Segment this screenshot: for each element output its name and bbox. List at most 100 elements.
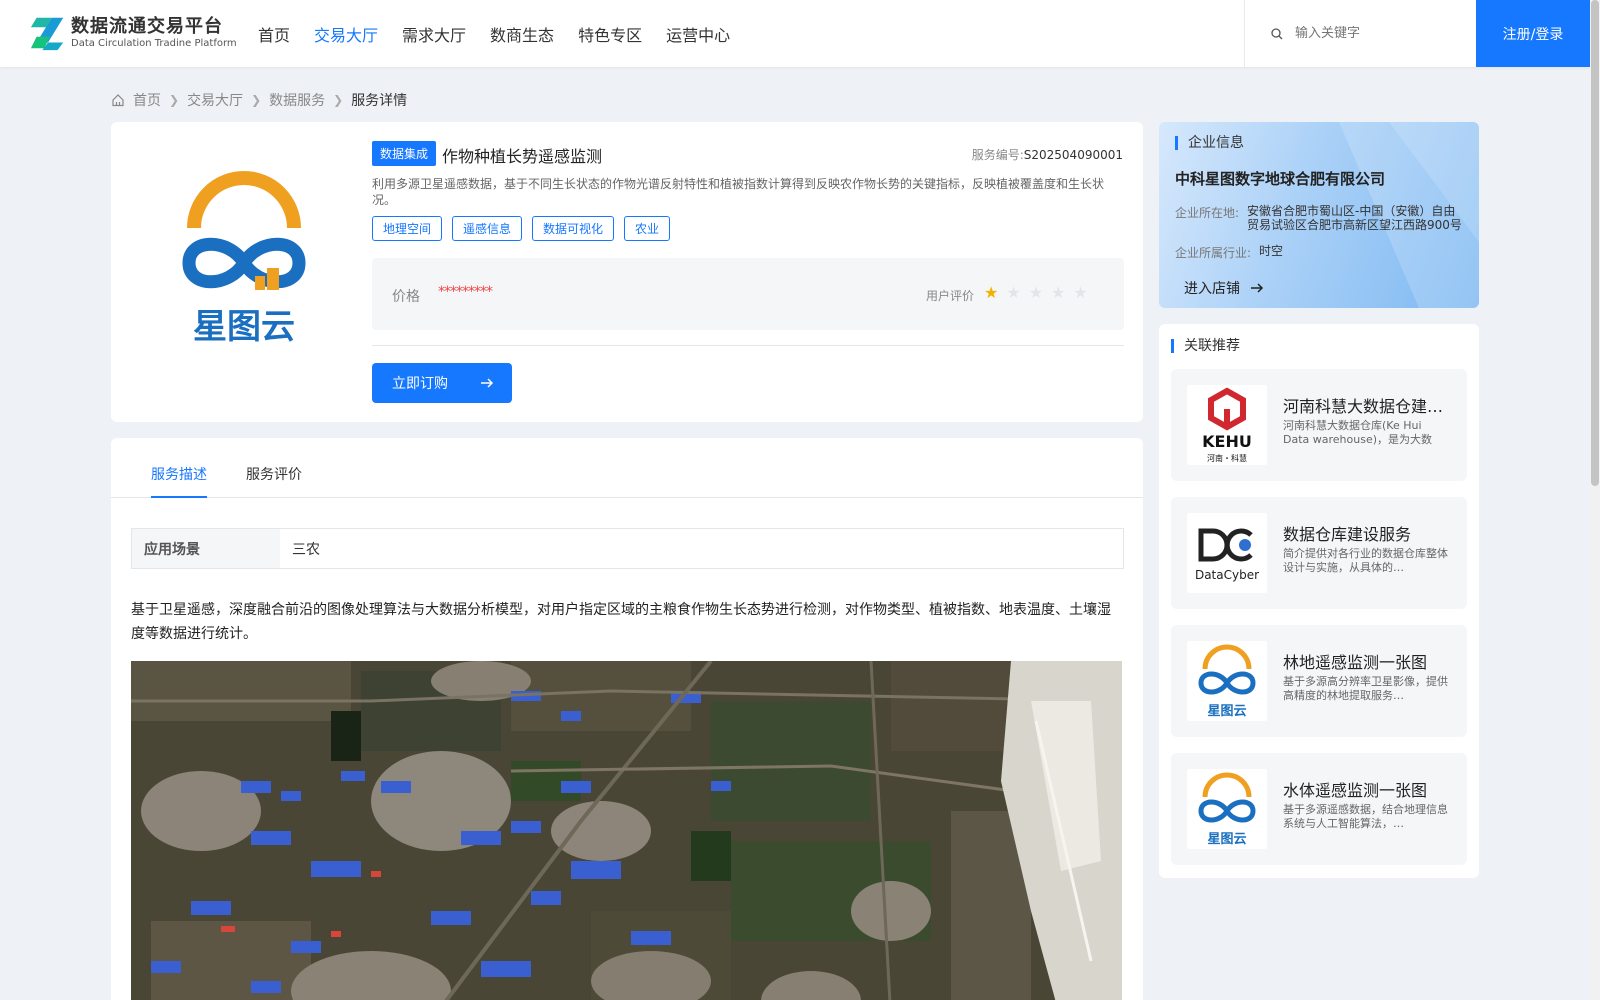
scene-label: 应用场景 bbox=[132, 529, 280, 568]
tab-service-reviews[interactable]: 服务评价 bbox=[246, 464, 302, 496]
enter-store-label: 进入店铺 bbox=[1184, 281, 1240, 297]
chevron-right-icon: ❯ bbox=[333, 93, 344, 107]
rating-label: 用户评价 bbox=[926, 289, 975, 303]
related-item[interactable]: KEHU 河南・科慧 河南科慧大数据仓建设服务 河南科慧大数据仓库(Ke Hui… bbox=[1171, 369, 1467, 481]
search-input[interactable] bbox=[1295, 26, 1465, 41]
star-icon[interactable]: ★ bbox=[1029, 283, 1043, 302]
company-industry-row: 企业所属行业: 时空 bbox=[1175, 244, 1474, 261]
product-logo-text: 星图云 bbox=[193, 307, 295, 347]
nav-ecosystem[interactable]: 数商生态 bbox=[490, 22, 554, 46]
company-info-card: 企业信息 中科星图数字地球合肥有限公司 企业所在地: 安徽省合肥市蜀山区-中国（… bbox=[1159, 122, 1479, 308]
related-item-title: 水体遥感监测一张图 bbox=[1283, 781, 1428, 800]
price-label: 价格 bbox=[392, 289, 420, 305]
related-item-desc: 简介提供对各行业的数据仓库整体设计与实施，从具体的… bbox=[1283, 547, 1448, 574]
breadcrumb-current: 服务详情 bbox=[351, 93, 408, 109]
xingtuyun-logo: 星图云 bbox=[182, 171, 306, 347]
divider bbox=[372, 345, 1124, 346]
home-icon[interactable] bbox=[111, 93, 125, 107]
breadcrumb: 首页 ❯ 交易大厅 ❯ 数据服务 ❯ 服务详情 bbox=[111, 90, 407, 110]
xingtuyun-logo: 星图云 bbox=[1187, 769, 1267, 849]
buy-now-button[interactable]: 立即订购 bbox=[372, 363, 512, 403]
logo-mark-icon bbox=[30, 17, 64, 51]
price-box: 价格 ********* 用户评价 ★ ★ ★ ★ ★ bbox=[372, 258, 1124, 330]
related-item[interactable]: DataCyber 数据仓库建设服务 简介提供对各行业的数据仓库整体设计与实施，… bbox=[1171, 497, 1467, 609]
rating-stars[interactable]: ★ ★ ★ ★ ★ bbox=[984, 283, 1088, 302]
service-detail-card: 服务描述 服务评价 应用场景 三农 基于卫星遥感，深度融合前沿的图像处理算法与大… bbox=[111, 438, 1143, 1000]
service-number-value: S202504090001 bbox=[1023, 148, 1123, 162]
main-nav: 首页 交易大厅 需求大厅 数商生态 特色专区 运营中心 bbox=[258, 22, 754, 46]
company-section-title: 企业信息 bbox=[1175, 136, 1244, 150]
kehui-logo: KEHU 河南・科慧 bbox=[1187, 385, 1267, 465]
datacyber-logo-graphic: DataCyber bbox=[1195, 528, 1259, 582]
related-item[interactable]: 星图云 林地遥感监测一张图 基于多源高分辨率卫星影像，提供高精度的林地提取服务… bbox=[1171, 625, 1467, 737]
application-scene-table: 应用场景 三农 bbox=[131, 528, 1124, 569]
logo-subtitle: Data Circulation Tradine Platform bbox=[71, 38, 237, 49]
nav-demand-hall[interactable]: 需求大厅 bbox=[402, 22, 466, 46]
product-summary-card: 星图云 数据集成 作物种植长势遥感监测 服务编号:S202504090001 利… bbox=[111, 122, 1143, 422]
product-title: 作物种植长势遥感监测 bbox=[442, 147, 603, 166]
detail-tabs: 服务描述 服务评价 bbox=[111, 438, 1143, 498]
company-location: 安徽省合肥市蜀山区-中国（安徽）自由贸易试验区合肥市高新区望江西路900号 bbox=[1247, 204, 1462, 232]
tag-item[interactable]: 地理空间 bbox=[372, 216, 443, 241]
related-section-title: 关联推荐 bbox=[1171, 339, 1240, 353]
xingtuyun-logo-text: 星图云 bbox=[1207, 832, 1246, 847]
tag-item[interactable]: 遥感信息 bbox=[452, 216, 523, 241]
breadcrumb-home[interactable]: 首页 bbox=[133, 90, 161, 110]
enter-store-link[interactable]: 进入店铺 bbox=[1184, 278, 1264, 298]
related-item-title: 河南科慧大数据仓建设服务 bbox=[1283, 397, 1453, 416]
related-item-desc: 基于多源高分辨率卫星影像，提供高精度的林地提取服务… bbox=[1283, 675, 1448, 702]
company-name[interactable]: 中科星图数字地球合肥有限公司 bbox=[1175, 168, 1385, 189]
star-icon[interactable]: ★ bbox=[1006, 283, 1020, 302]
xingtuyun-logo-graphic: 星图云 bbox=[1198, 644, 1256, 719]
related-item-title: 数据仓库建设服务 bbox=[1283, 525, 1412, 544]
nav-trading-hall[interactable]: 交易大厅 bbox=[314, 22, 378, 46]
company-industry: 时空 bbox=[1259, 244, 1284, 258]
star-icon[interactable]: ★ bbox=[984, 283, 998, 302]
star-icon[interactable]: ★ bbox=[1073, 283, 1087, 302]
arrow-right-icon bbox=[1251, 283, 1264, 293]
xingtuyun-logo: 星图云 bbox=[1187, 641, 1267, 721]
search-box bbox=[1244, 0, 1476, 67]
tag-item[interactable]: 数据可视化 bbox=[532, 216, 615, 241]
xingtuyun-logo-graphic: 星图云 bbox=[1198, 772, 1256, 847]
company-industry-label: 企业所属行业: bbox=[1175, 246, 1252, 260]
datacyber-logo: DataCyber bbox=[1187, 513, 1267, 593]
tab-service-description[interactable]: 服务描述 bbox=[151, 464, 207, 498]
nav-special-zone[interactable]: 特色专区 bbox=[578, 22, 642, 46]
related-item-title: 林地遥感监测一张图 bbox=[1283, 653, 1428, 672]
related-item-desc: 河南科慧大数据仓库(Ke Hui Data warehouse)，是为大数据… bbox=[1283, 419, 1433, 446]
nav-operations[interactable]: 运营中心 bbox=[666, 22, 730, 46]
company-location-row: 企业所在地: 安徽省合肥市蜀山区-中国（安徽）自由贸易试验区合肥市高新区望江西路… bbox=[1175, 204, 1462, 232]
login-register-button[interactable]: 注册/登录 bbox=[1476, 0, 1590, 67]
breadcrumb-trading-hall[interactable]: 交易大厅 bbox=[187, 90, 243, 110]
related-item[interactable]: 星图云 水体遥感监测一张图 基于多源遥感数据，结合地理信息系统与人工智能算法，… bbox=[1171, 753, 1467, 865]
kehui-logo-graphic: KEHU 河南・科慧 bbox=[1202, 387, 1252, 463]
search-icon[interactable] bbox=[1271, 27, 1283, 40]
site-logo[interactable]: 数据流通交易平台 Data Circulation Tradine Platfo… bbox=[29, 14, 237, 52]
logo-title: 数据流通交易平台 bbox=[71, 16, 223, 37]
top-header: 数据流通交易平台 Data Circulation Tradine Platfo… bbox=[0, 0, 1590, 67]
service-detail-text: 基于卫星遥感，深度融合前沿的图像处理算法与大数据分析模型，对用户指定区域的主粮食… bbox=[131, 602, 1111, 642]
related-recommendations-card: 关联推荐 KEHU 河南・科慧 河南科慧大数据仓建设服务 河南科慧大数据仓库(K… bbox=[1159, 324, 1479, 878]
datacyber-logo-text: DataCyber bbox=[1195, 568, 1259, 582]
star-icon[interactable]: ★ bbox=[1051, 283, 1065, 302]
product-tags: 地理空间 遥感信息 数据可视化 农业 bbox=[372, 216, 671, 241]
arrow-right-icon bbox=[481, 378, 494, 388]
kehui-logo-subtext: 河南・科慧 bbox=[1207, 453, 1247, 463]
breadcrumb-data-service[interactable]: 数据服务 bbox=[269, 90, 325, 110]
kehui-logo-text: KEHU bbox=[1202, 432, 1252, 451]
price-value: ********* bbox=[438, 284, 493, 300]
related-item-desc: 基于多源遥感数据，结合地理信息系统与人工智能算法，… bbox=[1283, 803, 1448, 830]
chevron-right-icon: ❯ bbox=[169, 93, 180, 107]
satellite-image bbox=[131, 661, 1122, 1000]
page-scrollbar[interactable] bbox=[1590, 0, 1600, 1000]
product-description: 利用多源卫星遥感数据，基于不同生长状态的作物光谱反射特性和植被指数计算得到反映农… bbox=[372, 177, 1105, 207]
nav-home[interactable]: 首页 bbox=[258, 22, 290, 46]
tag-item[interactable]: 农业 bbox=[624, 216, 671, 241]
company-location-label: 企业所在地: bbox=[1175, 206, 1240, 220]
xingtuyun-logo-text: 星图云 bbox=[1207, 704, 1246, 719]
service-number-label: 服务编号: bbox=[971, 148, 1024, 162]
scrollbar-thumb[interactable] bbox=[1591, 0, 1599, 486]
buy-now-label: 立即订购 bbox=[392, 376, 448, 392]
scene-value: 三农 bbox=[292, 541, 320, 558]
